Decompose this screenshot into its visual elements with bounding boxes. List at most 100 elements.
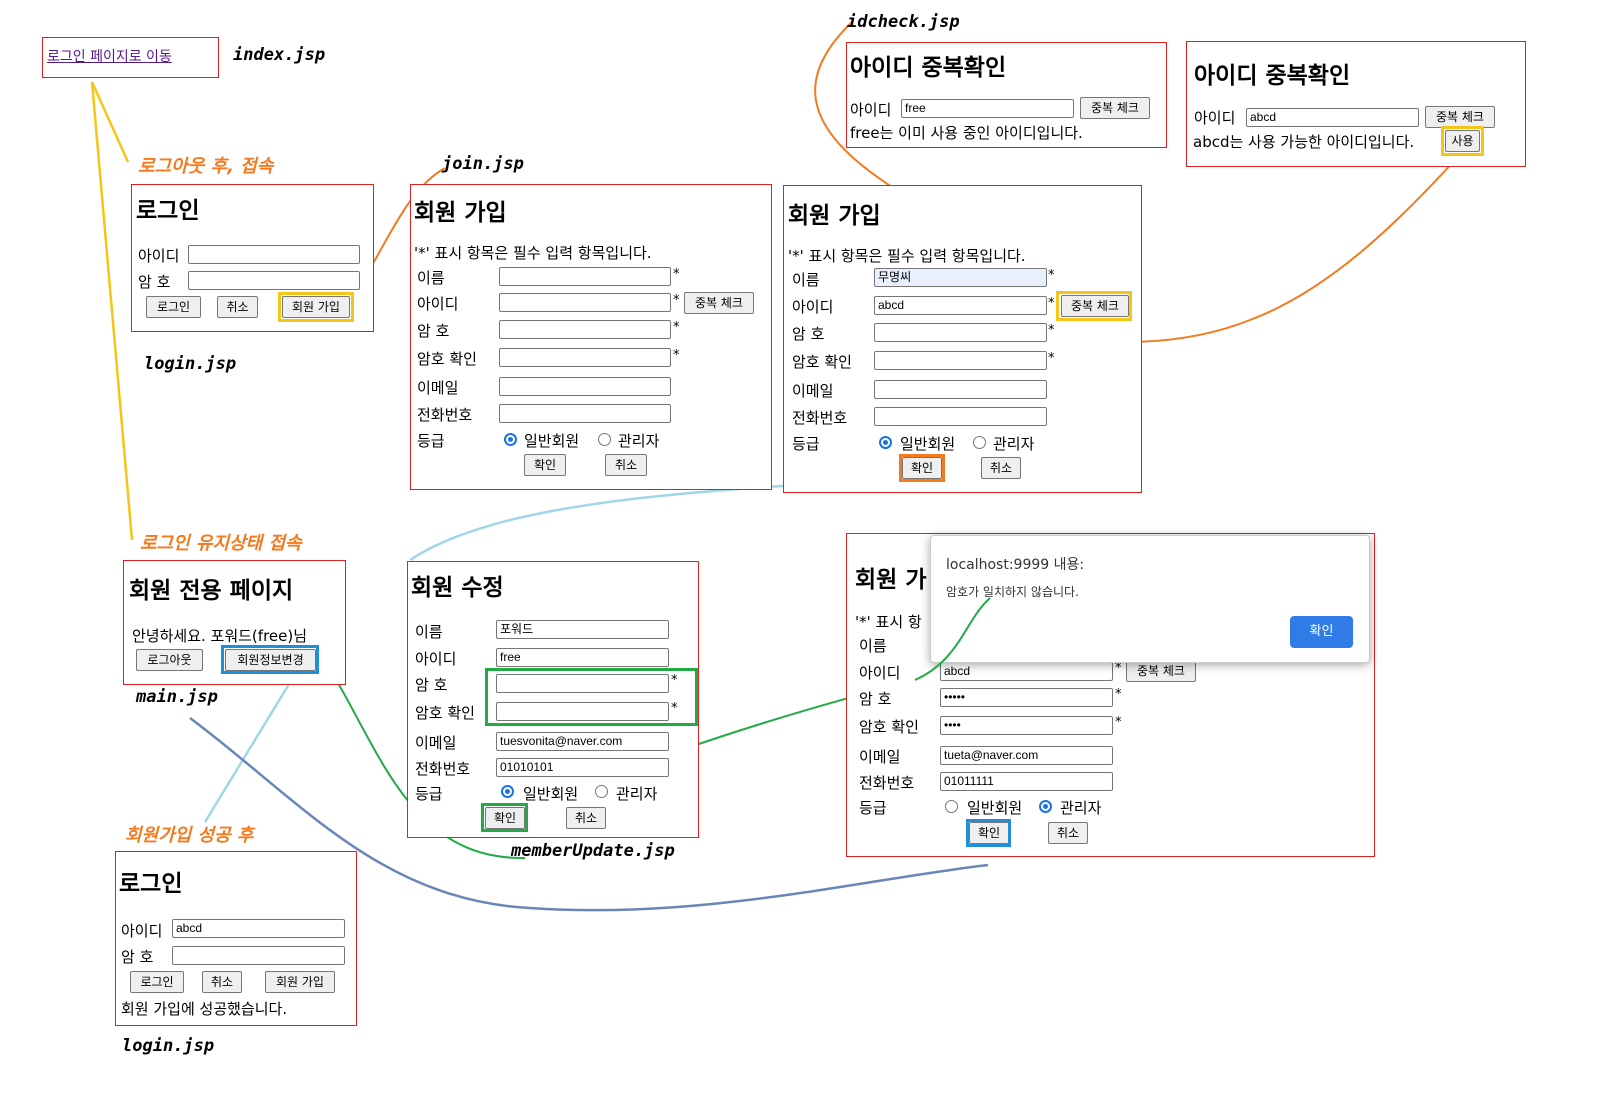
confirm-button[interactable]: 확인 [969, 822, 1009, 844]
phone-input[interactable] [874, 407, 1047, 426]
duplicate-check-button[interactable]: 중복 체크 [1080, 97, 1150, 119]
id-input[interactable]: free [496, 648, 669, 667]
name-input[interactable] [499, 267, 671, 286]
use-button[interactable]: 사용 [1445, 130, 1480, 152]
pw-input[interactable]: ••••• [940, 688, 1113, 707]
duplicate-check-button[interactable]: 중복 체크 [1061, 295, 1129, 317]
required-star: * [671, 673, 678, 688]
confirm-button[interactable]: 확인 [902, 457, 942, 479]
radio-admin-label: 관리자 [1060, 799, 1102, 817]
pw-confirm-input[interactable] [874, 351, 1047, 370]
id-label: 아이디 [859, 664, 901, 682]
pw-confirm-label: 암호 확인 [415, 704, 475, 722]
login-page-link[interactable]: 로그인 페이지로 이동 [47, 46, 172, 66]
id-input[interactable]: abcd [940, 662, 1113, 681]
cancel-button[interactable]: 취소 [202, 971, 242, 993]
email-label: 이메일 [859, 748, 901, 766]
cancel-button[interactable]: 취소 [1048, 822, 1088, 844]
phone-input[interactable]: 01011111 [940, 772, 1113, 791]
radio-admin[interactable] [973, 436, 986, 449]
email-input[interactable] [874, 380, 1047, 399]
cancel-button[interactable]: 취소 [605, 454, 647, 476]
idcheck-message: abcd는 사용 가능한 아이디입니다. [1193, 133, 1415, 151]
radio-user[interactable] [504, 433, 517, 446]
required-star: * [1115, 687, 1122, 702]
file-label-join: join.jsp [442, 154, 524, 174]
join-title: 회원 가 [855, 567, 927, 593]
required-star: * [673, 320, 680, 335]
cancel-button[interactable]: 취소 [566, 807, 606, 829]
email-input[interactable]: tuesvonita@naver.com [496, 732, 669, 751]
required-star: * [1115, 715, 1122, 730]
connector-lightblue-2 [203, 665, 302, 823]
radio-user[interactable] [879, 436, 892, 449]
radio-user[interactable] [501, 785, 514, 798]
id-label: 아이디 [121, 922, 163, 940]
cancel-button[interactable]: 취소 [217, 296, 258, 318]
update-info-button[interactable]: 회원정보변경 [225, 649, 316, 671]
pw-confirm-input[interactable]: •••• [940, 716, 1113, 735]
required-star: * [1115, 661, 1122, 676]
join-button[interactable]: 회원 가입 [282, 296, 350, 318]
pw-label: 암 호 [121, 948, 154, 966]
radio-user-label: 일반회원 [900, 435, 956, 453]
login-panel: 로그인 아이디 암 호 로그인 취소 회원 가입 [131, 184, 374, 332]
file-label-login: login.jsp [144, 354, 237, 374]
idcheck-title: 아이디 중복확인 [1194, 63, 1351, 89]
pw-confirm-input[interactable] [499, 348, 671, 367]
join-button[interactable]: 회원 가입 [265, 971, 335, 993]
radio-user[interactable] [945, 800, 958, 813]
id-input[interactable]: free [901, 99, 1074, 118]
duplicate-check-button[interactable]: 중복 체크 [1126, 660, 1196, 682]
email-label: 이메일 [417, 379, 459, 397]
phone-input[interactable]: 01010101 [496, 758, 669, 777]
dialog-ok-button[interactable]: 확인 [1290, 616, 1353, 648]
login-panel-success: 로그인 아이디 abcd 암 호 로그인 취소 회원 가입 회원 가입에 성공했… [115, 851, 357, 1026]
required-star: * [1048, 323, 1055, 338]
duplicate-check-button[interactable]: 중복 체크 [1425, 106, 1495, 128]
radio-admin[interactable] [595, 785, 608, 798]
login-title: 로그인 [136, 198, 200, 224]
name-label: 이름 [417, 269, 445, 287]
file-label-login-success: login.jsp [122, 1036, 215, 1056]
id-input[interactable] [499, 293, 671, 312]
pw-input[interactable] [499, 320, 671, 339]
grade-label: 등급 [417, 432, 445, 450]
login-button[interactable]: 로그인 [146, 296, 201, 318]
id-input[interactable]: abcd [1246, 108, 1419, 127]
radio-admin-label: 관리자 [993, 435, 1035, 453]
note-after-join: 회원가입 성공 후 [125, 825, 254, 846]
id-input[interactable]: abcd [874, 296, 1047, 315]
connector-yellow-2 [90, 81, 134, 541]
radio-admin[interactable] [1039, 800, 1052, 813]
pw-label: 암 호 [792, 325, 825, 343]
radio-admin[interactable] [598, 433, 611, 446]
login-button[interactable]: 로그인 [130, 971, 184, 993]
phone-input[interactable] [499, 404, 671, 423]
required-notice: '*' 표시 항목은 필수 입력 항목입니다. [788, 247, 1026, 265]
id-input[interactable]: abcd [172, 919, 345, 938]
confirm-button[interactable]: 확인 [485, 807, 525, 829]
alert-dialog: localhost:9999 내용: 암호가 일치하지 않습니다. 확인 [930, 535, 1370, 663]
id-label: 아이디 [417, 295, 459, 313]
pw-confirm-label: 암호 확인 [792, 353, 852, 371]
pw-input[interactable] [496, 674, 669, 693]
name-input[interactable]: 무명씨 [874, 268, 1047, 287]
pw-input[interactable] [172, 946, 345, 965]
name-input[interactable]: 포워드 [496, 620, 669, 639]
id-label: 아이디 [850, 101, 892, 119]
pw-confirm-input[interactable] [496, 702, 669, 721]
logout-button[interactable]: 로그아웃 [136, 649, 203, 671]
required-star: * [1048, 351, 1055, 366]
confirm-button[interactable]: 확인 [524, 454, 566, 476]
email-input[interactable]: tueta@naver.com [940, 746, 1113, 765]
pw-input[interactable] [188, 271, 360, 290]
pw-confirm-label: 암호 확인 [417, 350, 477, 368]
id-input[interactable] [188, 245, 360, 264]
email-label: 이메일 [415, 734, 457, 752]
duplicate-check-button[interactable]: 중복 체크 [684, 292, 754, 314]
cancel-button[interactable]: 취소 [981, 457, 1021, 479]
required-star: * [673, 348, 680, 363]
email-input[interactable] [499, 377, 671, 396]
pw-input[interactable] [874, 323, 1047, 342]
